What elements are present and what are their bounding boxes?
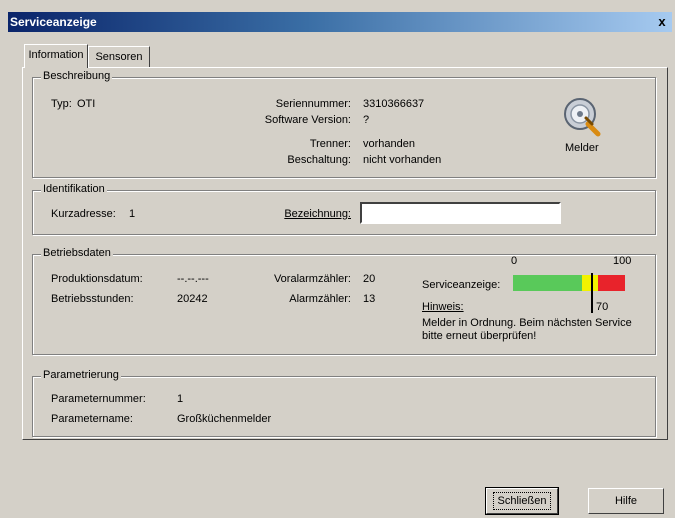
- scale-max-label: 100: [613, 255, 632, 267]
- close-button[interactable]: Schließen: [485, 487, 559, 515]
- kurzadresse-value: 1: [129, 208, 136, 220]
- gauge-marker-label: 70: [596, 301, 609, 313]
- group-identifikation: Identifikation Kurzadresse: 1 Bezeichnun…: [32, 183, 656, 235]
- legend-betriebsdaten: Betriebsdaten: [41, 247, 113, 259]
- service-gauge: [513, 273, 625, 313]
- legend-parametrierung: Parametrierung: [41, 369, 121, 381]
- typ-label: Typ:: [51, 98, 72, 110]
- parametername-label: Parametername:: [51, 413, 133, 425]
- gauge-red-segment: [598, 275, 625, 291]
- group-beschreibung: Beschreibung Typ: OTI Seriennummer: 3310…: [32, 70, 656, 178]
- betriebsstunden-value: 20242: [177, 293, 208, 305]
- legend-identifikation: Identifikation: [41, 183, 107, 195]
- device-icon-caption: Melder: [565, 142, 599, 154]
- produktionsdatum-label: Produktionsdatum:: [51, 273, 143, 285]
- beschaltung-value: nicht vorhanden: [363, 154, 442, 166]
- group-parametrierung: Parametrierung Parameternummer: 1 Parame…: [32, 369, 656, 437]
- bezeichnung-input[interactable]: [360, 202, 561, 224]
- bezeichnung-label: Bezeichnung:: [284, 208, 351, 220]
- voralarmzaehler-label: Voralarmzähler:: [273, 273, 351, 285]
- legend-beschreibung: Beschreibung: [41, 70, 113, 82]
- title-bar[interactable]: Serviceanzeige x: [8, 12, 672, 32]
- trenner-value: vorhanden: [363, 138, 415, 150]
- tab-panel: Beschreibung Typ: OTI Seriennummer: 3310…: [22, 67, 668, 440]
- gauge-green-segment: [513, 275, 582, 291]
- parametername-value: Großküchenmelder: [177, 413, 272, 425]
- close-button-label: Schließen: [492, 492, 552, 510]
- seriennummer-label: Seriennummer:: [275, 98, 351, 110]
- alarmzaehler-value: 13: [363, 293, 376, 305]
- scale-min-label: 0: [511, 255, 518, 267]
- produktionsdatum-value: --.--.---: [177, 273, 209, 285]
- gauge-marker: [591, 273, 593, 313]
- help-button-label: Hilfe: [614, 495, 637, 507]
- serviceanzeige-label: Serviceanzeige:: [422, 279, 501, 291]
- help-button[interactable]: Hilfe: [588, 488, 664, 514]
- software-version-value: ?: [363, 114, 370, 126]
- tab-sensoren[interactable]: Sensoren: [88, 46, 150, 67]
- betriebsstunden-label: Betriebsstunden:: [51, 293, 134, 305]
- kurzadresse-label: Kurzadresse:: [51, 208, 116, 220]
- typ-value: OTI: [77, 98, 96, 110]
- alarmzaehler-label: Alarmzähler:: [289, 293, 351, 305]
- window-title: Serviceanzeige: [10, 15, 97, 29]
- software-version-label: Software Version:: [264, 114, 351, 126]
- beschaltung-label: Beschaltung:: [287, 154, 351, 166]
- trenner-label: Trenner:: [309, 138, 351, 150]
- parameternummer-label: Parameternummer:: [51, 393, 146, 405]
- parameternummer-value: 1: [177, 393, 184, 405]
- close-icon[interactable]: x: [654, 14, 670, 29]
- group-betriebsdaten: Betriebsdaten Produktionsdatum: --.--.--…: [32, 247, 656, 355]
- service-dialog: Serviceanzeige x Information Sensoren Be…: [0, 0, 675, 518]
- hinweis-label: Hinweis:: [422, 301, 464, 313]
- voralarmzaehler-value: 20: [363, 273, 376, 285]
- gauge-yellow-segment: [582, 275, 598, 291]
- smoke-detector-icon: [564, 98, 601, 137]
- tab-information[interactable]: Information: [24, 44, 88, 68]
- seriennummer-value: 3310366637: [363, 98, 425, 110]
- hinweis-text: Melder in Ordnung. Beim nächsten Service…: [422, 317, 632, 342]
